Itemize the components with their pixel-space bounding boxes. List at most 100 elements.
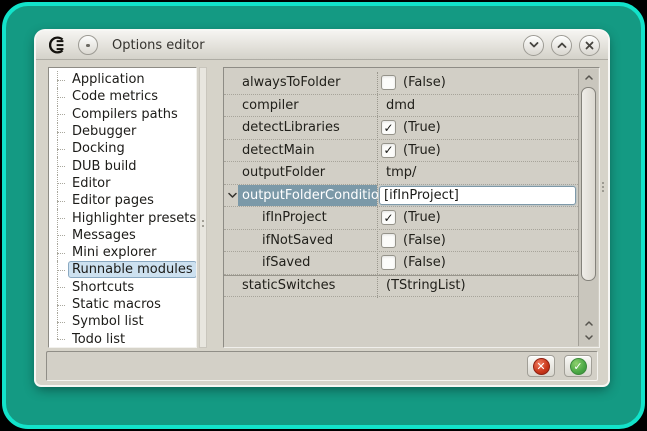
sidebar-item-runnable-modules[interactable]: Runnable modules [49, 261, 196, 278]
grid-key[interactable]: ifNotSaved [262, 230, 333, 252]
sidebar-item-static-macros[interactable]: Static macros [49, 296, 196, 313]
alwaystofolder-checkbox[interactable] [381, 75, 396, 90]
sidebar-item-label: Mini explorer [68, 244, 161, 261]
sidebar-item-shortcuts[interactable]: Shortcuts [49, 279, 196, 296]
sidebar-item-debugger[interactable]: Debugger [49, 123, 196, 140]
sidebar-item-label: Docking [68, 140, 129, 157]
scroll-down-button[interactable] [580, 330, 597, 345]
detectmain-checkbox[interactable]: ✓ [381, 143, 396, 158]
sidebar-item-highlighter-presets[interactable]: Highlighter presets [49, 209, 196, 226]
property-rows: alwaysToFolder (False) compiler dmd detectLi… [224, 72, 578, 297]
sidebar-item-compilers-paths[interactable]: Compilers paths [49, 106, 196, 123]
grid-row-ifnotsaved[interactable]: ifNotSaved (False) [224, 230, 578, 253]
outputfolderconditions-input[interactable] [379, 186, 576, 206]
sidebar-item-label: Messages [68, 227, 140, 244]
titlebar[interactable]: Options editor [36, 31, 608, 60]
value-label: (True) [403, 210, 441, 225]
sidebar-item-label: DUB build [68, 158, 141, 175]
sidebar-item-todo-list[interactable]: Todo list [49, 330, 196, 347]
sidebar-item-docking[interactable]: Docking [49, 140, 196, 157]
category-list[interactable]: ApplicationCode metricsCompilers pathsDe… [48, 67, 197, 348]
grid-key[interactable]: detectLibraries [242, 117, 340, 139]
grid-scrollbar[interactable] [578, 69, 598, 346]
scroll-up-button[interactable] [580, 70, 597, 85]
grid-key[interactable]: alwaysToFolder [242, 72, 341, 94]
sidebar-item-label: Symbol list [68, 313, 148, 330]
value-label: (False) [403, 255, 446, 270]
grid-key[interactable]: outputFolder [242, 162, 325, 184]
sidebar-item-application[interactable]: Application [49, 71, 196, 88]
sidebar-item-label: Runnable modules [68, 261, 197, 278]
sidebar-item-messages[interactable]: Messages [49, 227, 196, 244]
sidebar-splitter[interactable] [199, 67, 207, 348]
grid-row-outputfolderconditions[interactable]: outputFolderConditions [224, 185, 578, 208]
shade-button[interactable] [523, 35, 544, 56]
sidebar-item-label: Shortcuts [68, 279, 138, 296]
sidebar-item-code-metrics[interactable]: Code metrics [49, 88, 196, 105]
grid-value-cell: dmd [381, 95, 576, 117]
grid-row-alwaystofolder[interactable]: alwaysToFolder (False) [224, 72, 578, 95]
grid-key[interactable]: outputFolderConditions [238, 185, 377, 207]
ifinproject-checkbox[interactable]: ✓ [381, 210, 396, 225]
grid-row-ifsaved[interactable]: ifSaved (False) [224, 252, 578, 275]
grid-value[interactable]: (TStringList) [386, 278, 466, 293]
scrollbar-thumb[interactable] [581, 87, 596, 281]
grid-row-detectmain[interactable]: detectMain✓(True) [224, 140, 578, 163]
sidebar-item-mini-explorer[interactable]: Mini explorer [49, 244, 196, 261]
grid-key[interactable]: ifSaved [262, 252, 310, 274]
grid-row-ifinproject[interactable]: ifInProject ✓ (True) [224, 207, 578, 230]
property-grid[interactable]: alwaysToFolder (False) compiler dmd detectLi… [223, 67, 600, 348]
chevron-down-icon [529, 42, 539, 48]
sidebar-item-label: Static macros [68, 296, 165, 313]
sidebar-item-label: Debugger [68, 123, 140, 140]
edge-grip-icon [602, 182, 604, 184]
grid-value-cell: (TStringList) [381, 276, 576, 297]
grid-key[interactable]: staticSwitches [242, 276, 335, 297]
sidebar-item-editor-pages[interactable]: Editor pages [49, 192, 196, 209]
maximize-button[interactable] [551, 35, 572, 56]
value-label: (False) [403, 75, 446, 90]
window-menu-button[interactable] [78, 35, 98, 55]
close-button[interactable] [579, 35, 600, 56]
splitter-grip-icon [202, 220, 204, 222]
chevron-up-icon [585, 75, 593, 80]
grid-key[interactable]: compiler [242, 95, 299, 117]
grid-key[interactable]: ifInProject [262, 207, 327, 229]
value-label: (False) [403, 233, 446, 248]
sidebar-item-label: Compilers paths [68, 106, 182, 123]
sidebar-item-symbol-list[interactable]: Symbol list [49, 313, 196, 330]
ifnotsaved-checkbox[interactable] [381, 233, 396, 248]
chevron-down-icon [585, 335, 593, 340]
value-label: (True) [403, 120, 441, 135]
grid-row-outputfolder[interactable]: outputFolder tmp/ [224, 162, 578, 185]
ifsaved-checkbox[interactable] [381, 255, 396, 270]
sidebar-item-label: Code metrics [68, 88, 162, 105]
window-title: Options editor [112, 38, 205, 53]
grid-value[interactable]: dmd [386, 98, 415, 113]
grid-value-cell: tmp/ [381, 162, 576, 184]
sidebar-item-editor[interactable]: Editor [49, 175, 196, 192]
grid-row-detectlibraries[interactable]: detectLibraries ✓ (True) [224, 117, 578, 140]
accept-button[interactable]: ✓ [564, 355, 592, 377]
grid-value-cell: ✓ (True) [381, 207, 576, 229]
chevron-up-icon [585, 321, 593, 326]
chevron-up-icon [557, 42, 567, 48]
close-icon [585, 41, 594, 50]
scroll-up-button-secondary[interactable] [580, 316, 597, 331]
options-editor-window: Options editor [36, 31, 608, 385]
cancel-cross-icon: ✕ [533, 358, 550, 375]
grid-row-staticswitches[interactable]: staticSwitches (TStringList) [224, 275, 578, 298]
sidebar-item-label: Editor pages [68, 192, 158, 209]
sidebar-item-dub-build[interactable]: DUB build [49, 157, 196, 174]
grid-value-cell: (False) [381, 230, 576, 252]
detectlibraries-checkbox[interactable]: ✓ [381, 120, 396, 135]
grid-value-cell [381, 185, 576, 207]
footer-bar: ✕ ✓ [46, 351, 598, 381]
grid-key[interactable]: detectMain [242, 140, 315, 162]
cancel-button[interactable]: ✕ [527, 355, 555, 377]
grid-value[interactable]: tmp/ [386, 165, 416, 180]
titlebar-buttons [523, 35, 600, 56]
grid-row-compiler[interactable]: compiler dmd [224, 95, 578, 118]
coedit-logo-icon [49, 36, 67, 54]
sidebar-item-label: Todo list [68, 331, 129, 348]
